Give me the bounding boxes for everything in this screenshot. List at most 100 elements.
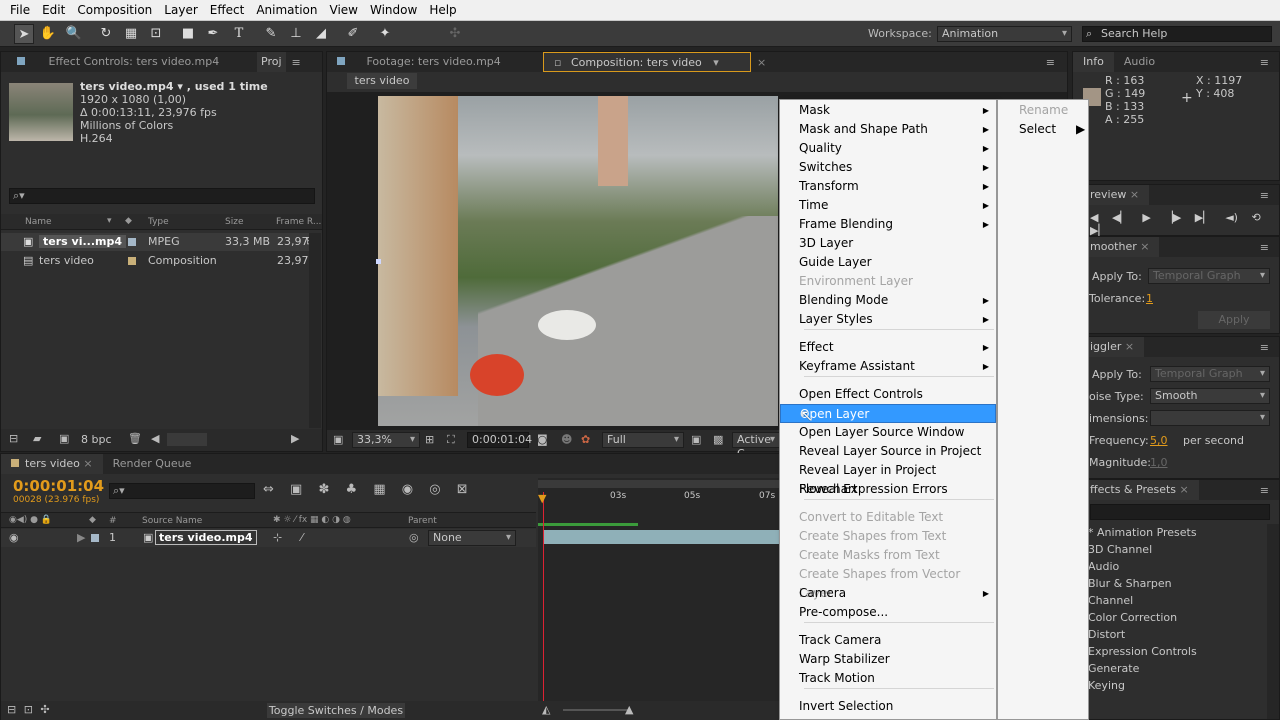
col-type[interactable]: Type (148, 217, 169, 227)
rectangle-tool-icon[interactable]: ■ (178, 24, 198, 44)
new-folder-icon[interactable]: ▰ (33, 432, 41, 445)
submenu-item[interactable]: Select (998, 120, 1088, 139)
parent-dropdown[interactable]: None (428, 530, 516, 546)
tab-composition[interactable]: ▫ Composition: ters video ▾ (543, 52, 751, 72)
quality-switch-icon[interactable]: ⁄ (301, 531, 303, 544)
col-name[interactable]: Name (25, 217, 52, 227)
last-frame-icon[interactable]: ▶▏ (1195, 211, 1212, 224)
menu-effect[interactable]: Effect (204, 0, 251, 21)
menu-composition[interactable]: Composition (71, 0, 158, 21)
context-menu-item[interactable]: Quality ▶ (780, 139, 996, 158)
brainstorm-icon[interactable]: ◎ (429, 482, 440, 497)
project-row[interactable]: ▣ ters vi...mp4 MPEG 33,3 MB 23,97 ⊞ (1, 233, 315, 251)
layer-handle-icon[interactable] (376, 259, 381, 264)
context-menu-item[interactable]: Blending Mode ▶ (780, 291, 996, 310)
layer-name[interactable]: ters video.mp4 (155, 530, 257, 545)
zoom-tool-icon[interactable]: 🔍 (64, 24, 84, 44)
snapshot-icon[interactable]: ◙ (537, 433, 548, 446)
tab-preview[interactable]: review × (1086, 185, 1150, 205)
context-menu-item[interactable]: Transform ▶ (780, 177, 996, 196)
apply-to-dropdown[interactable]: Temporal Graph (1150, 366, 1270, 382)
tab-render-queue[interactable]: Render Queue (103, 454, 202, 474)
hand-tool-icon[interactable]: ✋ (38, 24, 58, 44)
tab-effects-presets[interactable]: ffects & Presets × (1086, 480, 1199, 500)
comp-flowchart-label[interactable]: ters video (347, 73, 417, 89)
context-menu-item[interactable]: Keyframe Assistant ▶ (780, 357, 996, 376)
footer-toggle-icons[interactable]: ⊟ ⊡ ✣ (7, 703, 50, 716)
context-menu-item[interactable]: Reveal Layer in Project Flowchart (780, 461, 996, 496)
eye-icon[interactable]: ◉ (9, 531, 19, 544)
project-row[interactable]: ▤ ters video Composition 23,97 (1, 252, 311, 270)
context-menu-item[interactable]: Track Motion (780, 669, 996, 688)
always-preview-icon[interactable]: ▣ (333, 433, 343, 446)
menu-file[interactable]: File (4, 0, 36, 21)
effects-list-item[interactable]: Generate (1088, 660, 1139, 677)
prev-frame-icon[interactable]: ◀▏ (1112, 211, 1129, 224)
context-menu-item[interactable]: 3D Layer (780, 234, 996, 253)
panel-menu-icon[interactable]: ≡ (1260, 56, 1269, 69)
toggle-switches-modes-button[interactable]: Toggle Switches / Modes (267, 703, 405, 718)
puppet-tool-icon[interactable]: ✦ (375, 24, 395, 44)
context-menu-item[interactable]: Open Layer Source Window (780, 423, 996, 442)
effects-list-item[interactable]: Color Correction (1088, 609, 1177, 626)
context-menu-item[interactable]: Time ▶ (780, 196, 996, 215)
region-of-interest-icon[interactable]: ▣ (691, 433, 701, 446)
interpret-footage-icon[interactable]: ⊟ (9, 432, 18, 445)
zoom-dropdown[interactable]: 33,3% (352, 432, 420, 448)
tab-smoother[interactable]: moother × (1086, 237, 1160, 257)
effects-scrollbar[interactable] (1267, 524, 1279, 719)
tab-effect-controls[interactable]: Effect Controls: ters video.mp4 (1, 52, 257, 72)
scroll-right-icon[interactable]: ▶ (291, 432, 299, 445)
apply-button[interactable]: Apply (1198, 311, 1270, 329)
context-menu-item[interactable]: Guide Layer (780, 253, 996, 272)
menu-view[interactable]: View (324, 0, 364, 21)
brush-tool-icon[interactable]: ✎ (261, 24, 281, 44)
menu-animation[interactable]: Animation (250, 0, 323, 21)
tab-timeline-comp[interactable]: ters video × (1, 454, 103, 474)
pick-whip-icon[interactable]: ◎ (409, 531, 419, 544)
text-tool-icon[interactable]: T (229, 24, 249, 44)
collapse-switch-icon[interactable]: ⊹ (273, 531, 282, 544)
frequency-value[interactable]: 5,0 (1150, 434, 1168, 447)
comp-mini-flowchart-icon[interactable]: ⇔ (263, 482, 274, 497)
magnitude-value[interactable]: 1,0 (1150, 456, 1168, 469)
context-menu-item[interactable]: Layer Styles ▶ (780, 310, 996, 329)
project-search-input[interactable] (9, 188, 315, 204)
selection-tool-icon[interactable]: ➤ (14, 24, 34, 44)
trash-icon[interactable]: 🗑 (128, 432, 142, 445)
dimensions-dropdown[interactable] (1150, 410, 1270, 426)
col-frame-rate[interactable]: Frame R... (276, 217, 321, 227)
context-menu-item[interactable]: Track Camera (780, 631, 996, 650)
tab-footage[interactable]: Footage: ters video.mp4 (327, 52, 543, 72)
zoom-in-icon[interactable]: ▲ (625, 703, 633, 716)
context-menu-item[interactable]: Mask and Shape Path ▶ (780, 120, 996, 139)
context-menu-item[interactable]: Open Effect Controls (780, 385, 996, 404)
panel-menu-icon[interactable]: ≡ (1260, 189, 1269, 202)
loop-icon[interactable]: ⟲ (1251, 211, 1260, 224)
context-menu-item[interactable]: Frame Blending ▶ (780, 215, 996, 234)
play-icon[interactable]: ▶ (1142, 211, 1150, 224)
close-icon[interactable]: × (757, 56, 766, 69)
col-size[interactable]: Size (225, 217, 243, 227)
col-source-name[interactable]: Source Name (142, 516, 202, 526)
effects-list-item[interactable]: Channel (1088, 592, 1133, 609)
zoom-out-icon[interactable]: ◭ (542, 703, 550, 716)
menu-layer[interactable]: Layer (158, 0, 203, 21)
scroll-left-icon[interactable]: ◀ (151, 432, 159, 445)
timeline-timecode[interactable]: 0:00:01:04 (13, 477, 104, 495)
bpc-label[interactable]: 8 bpc (81, 433, 112, 446)
panel-menu-icon[interactable]: ≡ (1260, 484, 1269, 497)
project-h-scrollbar[interactable] (167, 433, 207, 446)
new-composition-icon[interactable]: ▣ (59, 432, 69, 445)
eraser-tool-icon[interactable]: ◢ (311, 24, 331, 44)
effects-search-input[interactable] (1090, 504, 1270, 520)
panel-menu-icon[interactable]: ≡ (1260, 241, 1269, 254)
timeline-layer-row[interactable]: ◉ ▶ 1 ▣ ters video.mp4 ⊹ ⁄ ◎ None (1, 529, 536, 547)
resolution-dropdown[interactable]: Full (602, 432, 684, 448)
graph-editor-icon[interactable]: ⊠ (457, 482, 468, 497)
tab-audio[interactable]: Audio (1114, 52, 1165, 72)
hide-shy-icon[interactable]: ♣ (346, 482, 358, 497)
lock-icon[interactable]: ▫ (554, 56, 561, 69)
pan-behind-tool-icon[interactable]: ⊡ (146, 24, 166, 44)
next-frame-icon[interactable]: ▕▶ (1164, 211, 1181, 224)
